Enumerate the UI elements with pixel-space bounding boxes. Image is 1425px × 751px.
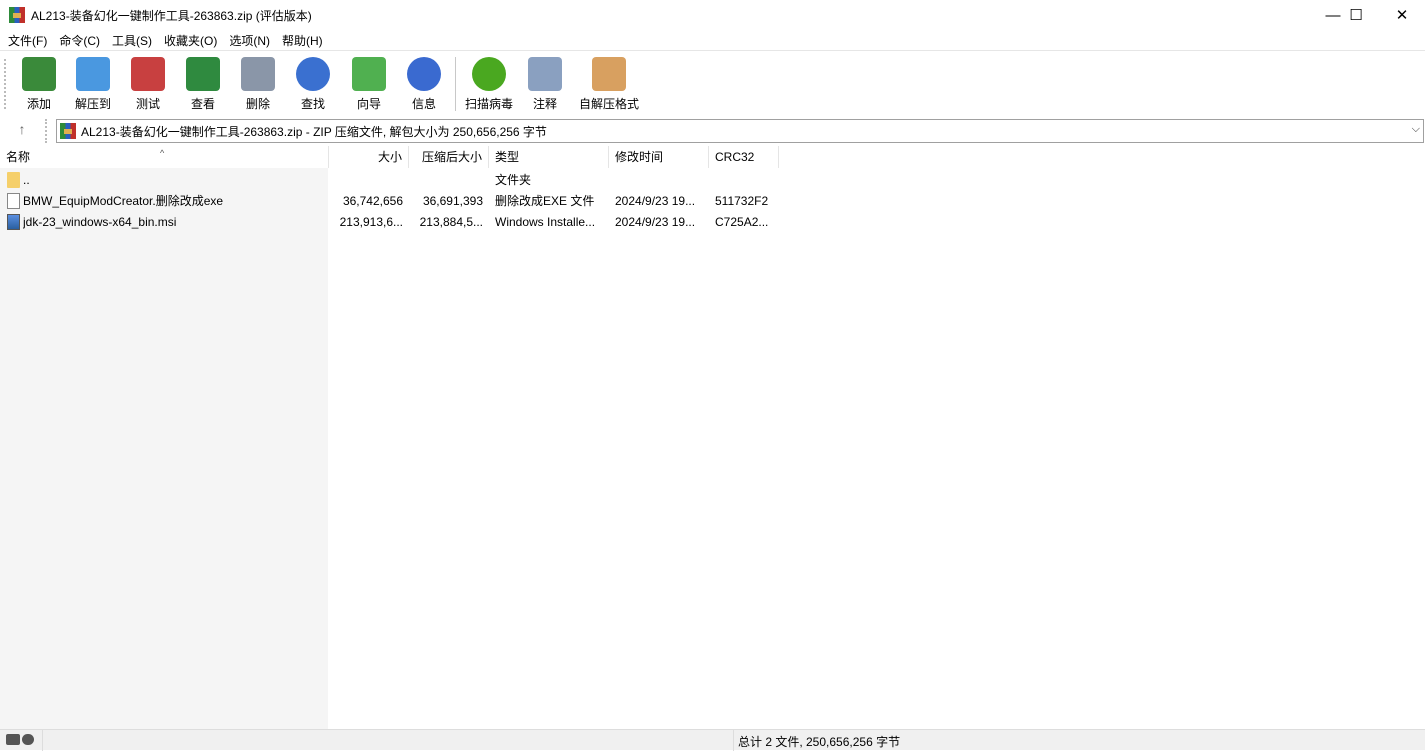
file-row[interactable]: BMW_EquipModCreator.删除改成exe 36,742,656 36,… xyxy=(0,191,780,212)
up-folder-button[interactable]: ↑ xyxy=(10,121,34,139)
toolbar-button-7[interactable]: 信息 xyxy=(397,55,451,113)
find-magnifier-icon xyxy=(296,57,330,91)
cell-modified xyxy=(615,170,705,191)
cell-name: .. xyxy=(23,173,30,187)
column-packed[interactable]: 压缩后大小 xyxy=(409,146,489,168)
drive-icon[interactable] xyxy=(6,734,20,745)
cell-type: 文件夹 xyxy=(495,173,532,187)
cell-packed xyxy=(409,170,483,191)
column-header: 名称 ^ 大小 压缩后大小 类型 修改时间 CRC32 xyxy=(0,146,1425,168)
cell-packed: 213,884,5... xyxy=(419,215,483,229)
toolbar-button-label: 信息 xyxy=(411,97,436,111)
view-book-icon xyxy=(186,57,220,91)
chevron-down-icon[interactable]: ⌵ xyxy=(1412,123,1420,136)
close-button[interactable]: ✕ xyxy=(1379,0,1425,30)
menu-tools[interactable]: 工具(S) xyxy=(106,32,158,49)
menu-favorites[interactable]: 收藏夹(O) xyxy=(158,32,223,49)
cell-crc: 511732F2 xyxy=(715,194,769,208)
cell-type: 删除改成EXE 文件 xyxy=(495,194,595,208)
address-text: AL213-装备幻化一键制作工具-263863.zip - ZIP 压缩文件, … xyxy=(81,124,547,139)
toolbar-button-label: 测试 xyxy=(135,97,160,111)
winrar-app-icon xyxy=(9,7,25,23)
toolbar: 添加 解压到 测试 查看 删除 查找 向导 信息 扫描病毒 注释 自解压格式 xyxy=(0,50,1425,116)
toolbar-button-label: 向导 xyxy=(356,97,381,111)
status-text: 总计 2 文件, 250,656,256 字节 xyxy=(738,735,901,749)
cell-crc: C725A2... xyxy=(715,215,769,229)
test-clipboard-icon xyxy=(131,57,165,91)
extract-folder-icon xyxy=(76,57,110,91)
cell-size: 36,742,656 xyxy=(342,194,403,208)
menu-help[interactable]: 帮助(H) xyxy=(276,32,329,49)
address-bar[interactable]: AL213-装备幻化一键制作工具-263863.zip - ZIP 压缩文件, … xyxy=(56,119,1424,143)
menu-commands[interactable]: 命令(C) xyxy=(53,32,106,49)
toolbar-button-2[interactable]: 测试 xyxy=(121,55,175,113)
cell-type: Windows Installe... xyxy=(495,215,596,229)
file-row[interactable]: .. 文件夹 xyxy=(0,170,780,191)
cell-size: 213,913,6... xyxy=(339,215,403,229)
delete-trash-icon xyxy=(241,57,275,91)
toolbar-button-label: 查看 xyxy=(190,97,215,111)
archive-icon xyxy=(60,123,76,139)
file-icon xyxy=(7,193,20,209)
column-modified[interactable]: 修改时间 xyxy=(609,146,709,168)
toolbar-button-label: 添加 xyxy=(26,97,51,111)
toolbar-button-3[interactable]: 查看 xyxy=(176,55,230,113)
toolbar-button-label: 注释 xyxy=(532,97,557,111)
window-title: AL213-装备幻化一键制作工具-263863.zip (评估版本) xyxy=(31,8,312,23)
status-bar: 总计 2 文件, 250,656,256 字节 xyxy=(0,729,1425,751)
sfx-box-icon xyxy=(592,57,626,91)
toolbar-button-label: 解压到 xyxy=(74,97,111,111)
sort-ascending-icon: ^ xyxy=(160,148,165,158)
address-row: ↑ AL213-装备幻化一键制作工具-263863.zip - ZIP 压缩文件… xyxy=(0,116,1425,145)
msi-icon xyxy=(7,214,20,230)
column-name[interactable]: 名称 ^ xyxy=(0,146,329,168)
address-grip xyxy=(45,119,47,143)
toolbar-button-5[interactable]: 查找 xyxy=(286,55,340,113)
status-divider xyxy=(733,730,734,751)
toolbar-separator xyxy=(455,57,456,111)
cell-size xyxy=(329,170,403,191)
cell-crc xyxy=(715,170,777,191)
column-crc[interactable]: CRC32 xyxy=(709,146,779,168)
toolbar-button-9[interactable]: 注释 xyxy=(518,55,572,113)
cell-name: BMW_EquipModCreator.删除改成exe xyxy=(23,194,224,208)
folder-icon xyxy=(7,172,20,188)
info-icon xyxy=(407,57,441,91)
toolbar-button-label: 删除 xyxy=(245,97,270,111)
menu-options[interactable]: 选项(N) xyxy=(223,32,276,49)
toolbar-button-label: 自解压格式 xyxy=(578,97,639,111)
add-archive-icon xyxy=(22,57,56,91)
cell-name: jdk-23_windows-x64_bin.msi xyxy=(23,215,177,229)
toolbar-button-4[interactable]: 删除 xyxy=(231,55,285,113)
column-name-label: 名称 xyxy=(6,150,31,164)
toolbar-button-6[interactable]: 向导 xyxy=(342,55,396,113)
column-type[interactable]: 类型 xyxy=(489,146,609,168)
maximize-button[interactable]: ☐ xyxy=(1333,0,1379,30)
column-size[interactable]: 大小 xyxy=(329,146,409,168)
toolbar-grip xyxy=(4,59,6,109)
cell-packed: 36,691,393 xyxy=(422,194,483,208)
wizard-wand-icon xyxy=(352,57,386,91)
key-icon[interactable] xyxy=(22,734,34,745)
menu-file[interactable]: 文件(F) xyxy=(2,32,53,49)
name-column-background xyxy=(0,168,328,729)
toolbar-button-label: 扫描病毒 xyxy=(464,97,513,111)
toolbar-button-1[interactable]: 解压到 xyxy=(66,55,120,113)
toolbar-button-10[interactable]: 自解压格式 xyxy=(575,55,643,113)
cell-modified: 2024/9/23 19... xyxy=(615,215,696,229)
status-divider xyxy=(42,730,43,751)
toolbar-button-8[interactable]: 扫描病毒 xyxy=(462,55,516,113)
comment-icon xyxy=(528,57,562,91)
title-bar: AL213-装备幻化一键制作工具-263863.zip (评估版本) — ☐ ✕ xyxy=(0,0,1425,30)
cell-modified: 2024/9/23 19... xyxy=(615,194,696,208)
file-row[interactable]: jdk-23_windows-x64_bin.msi 213,913,6... 21… xyxy=(0,212,780,233)
virus-scan-icon xyxy=(472,57,506,91)
menu-bar: 文件(F) 命令(C) 工具(S) 收藏夹(O) 选项(N) 帮助(H) xyxy=(0,30,1425,50)
toolbar-button-0[interactable]: 添加 xyxy=(12,55,66,113)
toolbar-button-label: 查找 xyxy=(300,97,325,111)
